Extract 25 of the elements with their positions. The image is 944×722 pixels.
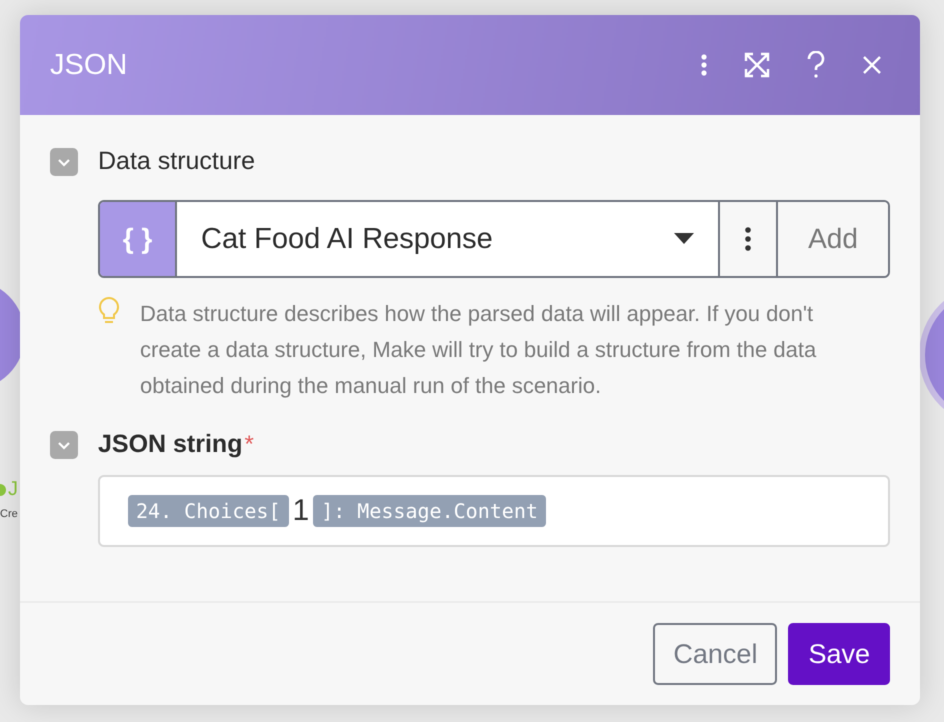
module-label: J	[8, 478, 18, 501]
close-icon[interactable]	[862, 55, 882, 75]
expand-icon[interactable]	[744, 52, 770, 78]
dialog-title: JSON	[50, 48, 128, 82]
mapped-value-tag[interactable]: ]: Message.Content	[313, 495, 546, 527]
add-button[interactable]: Add	[776, 202, 888, 276]
required-mark: *	[244, 430, 254, 458]
mapped-value-tag[interactable]: 24. Choices[	[128, 495, 288, 527]
structure-dropdown[interactable]: Cat Food AI Response	[175, 202, 718, 276]
lightbulb-icon	[98, 296, 120, 326]
more-icon	[744, 226, 752, 252]
save-button[interactable]: Save	[788, 623, 890, 685]
collapse-toggle-icon[interactable]	[50, 430, 78, 458]
hint-text: Data structure describes how the parsed data will appear. If you don't create a data structure, Make will try to build a structure from the data obtained during the manual run of the scenario.	[140, 300, 818, 400]
section-title: Data structure	[98, 147, 256, 176]
collapse-toggle-icon[interactable]	[50, 148, 78, 176]
field-text: 1	[292, 494, 310, 528]
more-icon[interactable]	[700, 53, 708, 77]
structure-icon: { }	[100, 202, 175, 276]
module-subtitle: Cre	[0, 508, 18, 520]
section-title: JSON string	[98, 430, 242, 459]
help-icon[interactable]	[806, 51, 826, 79]
dropdown-caret-icon	[674, 233, 694, 245]
cancel-button[interactable]: Cancel	[653, 623, 778, 685]
json-string-field[interactable]: 24. Choices[ 1 ]: Message.Content	[98, 475, 890, 547]
